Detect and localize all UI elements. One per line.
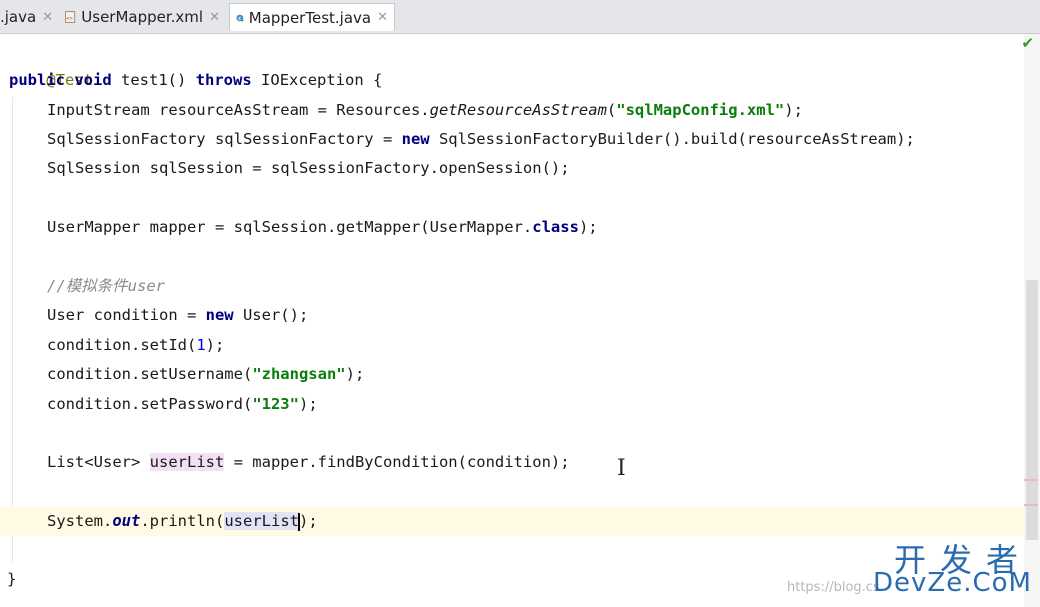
code-line-19[interactable]: } (7, 565, 16, 594)
code-text: = mapper.findByCondition(condition); (224, 453, 570, 471)
tab-label: MapperTest.java (248, 8, 372, 27)
code-editor[interactable]: @Test public void test1() throws IOExcep… (0, 34, 1040, 607)
code-line-17[interactable]: System.out.println(userList); (47, 507, 318, 536)
scrollbar-thumb[interactable] (1026, 280, 1038, 540)
code-text: condition.setPassword( (47, 395, 253, 413)
code-text: User condition = (47, 306, 206, 324)
scroll-marker[interactable] (1024, 479, 1038, 481)
code-line-12[interactable]: condition.setUsername("zhangsan"); (47, 360, 364, 389)
tab-usermapper-xml[interactable]: <> UserMapper.xml ✕ (58, 3, 226, 31)
code-comment: //模拟条件user (47, 277, 165, 295)
string-literal: "zhangsan" (252, 365, 346, 383)
code-text: ); (298, 395, 318, 413)
code-line-1[interactable]: @Test (9, 37, 93, 89)
watermark-logo-en: DevZe.CoM (873, 568, 1032, 598)
code-text: ); (578, 218, 598, 236)
close-icon[interactable]: ✕ (209, 10, 220, 25)
indent-guide (12, 97, 13, 563)
scroll-marker[interactable] (1024, 504, 1038, 506)
tab-label: UserMapper.xml (81, 8, 204, 26)
code-line-10[interactable]: User condition = new User(); (47, 301, 308, 330)
xml-file-icon: <> (65, 11, 76, 23)
variable-highlight: userList (149, 453, 225, 471)
code-text: .println( (140, 512, 225, 530)
keyword: void (74, 71, 112, 89)
method-name: test1() (121, 71, 187, 89)
watermark-url: https://blog.cs (787, 580, 880, 595)
code-text: InputStream resourceAsStream = Resources… (47, 101, 430, 119)
code-text: IOException { (261, 71, 383, 89)
tab-mappertest-java[interactable]: c MapperTest.java ✕ (229, 3, 395, 31)
number-literal: 1 (196, 336, 206, 354)
code-text: System. (47, 512, 113, 530)
code-line-13[interactable]: condition.setPassword("123"); (47, 390, 318, 419)
code-text: SqlSessionFactoryBuilder().build(resourc… (429, 130, 915, 148)
code-text: SqlSessionFactory sqlSessionFactory = (47, 130, 402, 148)
keyword: new (401, 130, 430, 148)
code-text: ); (345, 365, 365, 383)
close-icon[interactable]: ✕ (377, 10, 388, 25)
code-line-4[interactable]: SqlSessionFactory sqlSessionFactory = ne… (47, 125, 915, 154)
code-text: User(); (233, 306, 309, 324)
code-line-3[interactable]: InputStream resourceAsStream = Resources… (47, 96, 803, 125)
keyword: class (532, 218, 579, 236)
code-text: UserMapper mapper = sqlSession.getMapper… (47, 218, 533, 236)
mouse-ibeam-cursor-icon: I (617, 456, 626, 481)
keyword: throws (195, 71, 252, 89)
code-line-11[interactable]: condition.setId(1); (47, 331, 224, 360)
class-file-icon: c (236, 14, 244, 21)
string-literal: "sqlMapConfig.xml" (616, 101, 785, 119)
code-text: ); (205, 336, 225, 354)
code-text: condition.setId( (47, 336, 197, 354)
code-text: ); (298, 512, 318, 530)
keyword: public (9, 71, 65, 89)
vertical-scrollbar[interactable] (1024, 34, 1040, 607)
tab-label: .java (0, 8, 37, 26)
svg-text:c: c (238, 15, 241, 21)
code-line-7[interactable]: UserMapper mapper = sqlSession.getMapper… (47, 213, 598, 242)
static-method: getResourceAsStream (429, 101, 607, 119)
code-text: condition.setUsername( (47, 365, 253, 383)
code-line-9[interactable]: //模拟条件user (47, 272, 165, 301)
code-text: ( (606, 101, 617, 119)
tab-java[interactable]: .java ✕ (0, 3, 56, 31)
code-text: List<User> (47, 453, 150, 471)
code-line-2[interactable]: public void test1() throws IOException { (9, 66, 382, 95)
editor-tab-bar: .java ✕ <> UserMapper.xml ✕ c MapperTest… (0, 0, 1040, 34)
string-literal: "123" (252, 395, 299, 413)
variable-highlight: userList (224, 512, 299, 530)
close-icon[interactable]: ✕ (42, 10, 53, 25)
code-text: ); (784, 101, 803, 119)
svg-text:<>: <> (66, 16, 72, 22)
inspection-ok-icon[interactable]: ✔ (1021, 34, 1034, 52)
keyword: new (205, 306, 234, 324)
code-text: } (7, 570, 17, 588)
code-line-15[interactable]: List<User> userList = mapper.findByCondi… (47, 448, 570, 477)
code-line-5[interactable]: SqlSession sqlSession = sqlSessionFactor… (47, 154, 570, 183)
static-field: out (112, 512, 141, 530)
code-text: SqlSession sqlSession = sqlSessionFactor… (47, 159, 570, 177)
